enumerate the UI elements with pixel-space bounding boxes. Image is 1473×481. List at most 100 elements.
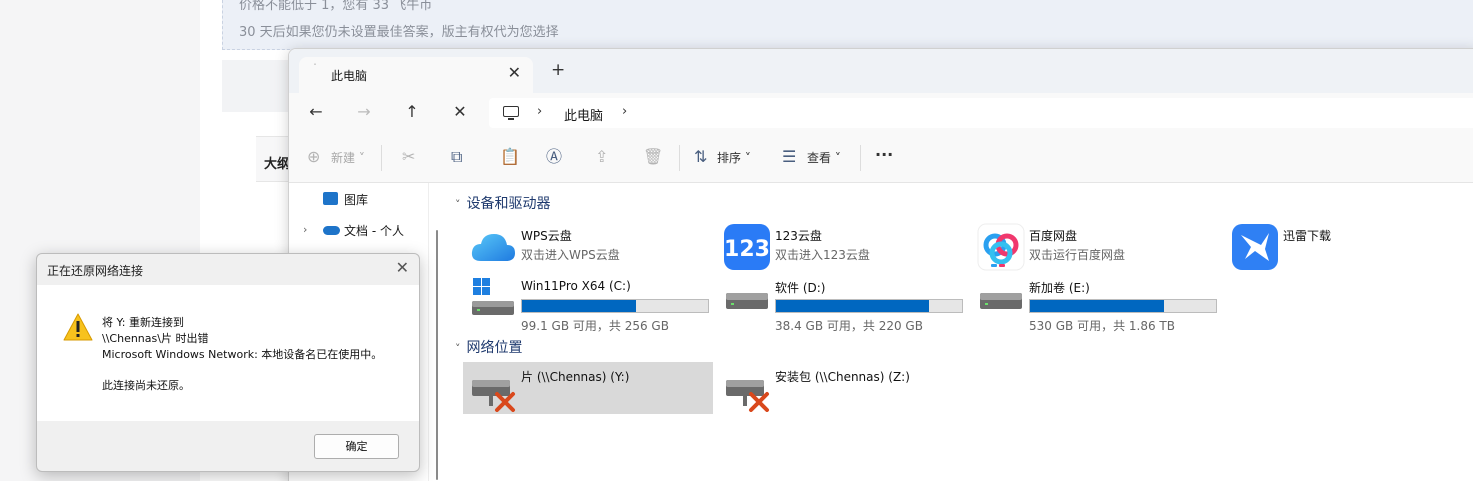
group-header-network[interactable]: ˅ 网络位置 xyxy=(455,337,523,357)
file-explorer-window: ˙ 此电脑 ✕ + ← → ↑ ✕ › 此电脑 › ⊕ 新建 ˅ ✂ ⧉ 📋 Ⓐ… xyxy=(288,48,1473,481)
dialog-body: 将 Y: 重新连接到 \\Chennas\片 时出错 Microsoft Win… xyxy=(37,285,419,421)
cut-icon[interactable]: ✂ xyxy=(402,147,415,167)
view-icon: ☰ xyxy=(782,147,797,166)
app-item-wps[interactable]: WPS云盘 双击进入WPS云盘 xyxy=(463,221,713,273)
dialog-message-line-1: 将 Y: 重新连接到 xyxy=(102,316,184,329)
group-header-label: 网络位置 xyxy=(466,340,523,356)
notice-line-1: 价格不能低于 1，您有 33 飞牛币 xyxy=(239,0,433,13)
back-button[interactable]: ← xyxy=(303,100,329,124)
group-header-devices[interactable]: ˅ 设备和驱动器 xyxy=(455,193,551,213)
copy-icon[interactable]: ⧉ xyxy=(451,147,462,167)
share-icon[interactable]: ⇪ xyxy=(595,147,608,167)
thunder-download-icon xyxy=(1232,224,1278,270)
close-tab-icon[interactable]: ✕ xyxy=(508,63,521,82)
disconnected-network-drive-icon xyxy=(726,380,769,412)
toolbar-divider xyxy=(860,145,861,171)
chevron-right-icon[interactable]: › xyxy=(537,104,542,119)
app-item-123[interactable]: 123 123云盘 双击进入123云盘 xyxy=(717,221,967,273)
onedrive-cloud-icon xyxy=(323,226,340,235)
app-item-baidu[interactable]: 百度网盘 双击运行百度网盘 xyxy=(971,221,1221,273)
windows-drive-icon xyxy=(472,278,514,315)
tab-this-pc[interactable]: ˙ 此电脑 ✕ xyxy=(299,57,533,93)
chevron-down-icon[interactable]: ˅ xyxy=(455,342,461,355)
app-name: WPS云盘 xyxy=(521,229,572,243)
drive-icon xyxy=(980,293,1022,309)
dialog-message-line-3: Microsoft Windows Network: 本地设备名已在使用中。 xyxy=(102,348,383,361)
refresh-button[interactable]: ✕ xyxy=(447,100,473,124)
svg-text:123: 123 xyxy=(724,237,770,262)
drive-item-e[interactable]: 新加卷 (E:) 530 GB 可用，共 1.86 TB xyxy=(971,273,1221,333)
drive-usage-bar xyxy=(1029,299,1217,313)
delete-icon[interactable]: 🗑 xyxy=(643,147,663,167)
rename-icon[interactable]: Ⓐ xyxy=(546,147,562,167)
sort-label: 排序 xyxy=(717,151,742,165)
drive-usage-fill xyxy=(522,300,637,312)
network-drive-y[interactable]: 片 (\\Chennas) (Y:) xyxy=(463,362,713,414)
view-label: 查看 xyxy=(807,151,832,165)
network-restore-dialog: 正在还原网络连接 ✕ 将 Y: 重新连接到 \\Chennas\片 时出错 Mi… xyxy=(36,253,420,472)
drive-capacity: 530 GB 可用，共 1.86 TB xyxy=(1029,319,1175,333)
sort-icon: ⇅ xyxy=(694,147,708,166)
address-location[interactable]: 此电脑 xyxy=(564,105,603,124)
network-drive-name: 安装包 (\\Chennas) (Z:) xyxy=(775,370,910,384)
nav-item-documents[interactable]: 文档 - 个人 xyxy=(344,222,404,239)
address-bar[interactable]: › 此电脑 › xyxy=(489,98,1473,128)
app-name: 迅雷下载 xyxy=(1283,229,1332,243)
close-icon[interactable]: ✕ xyxy=(396,258,409,277)
web-section-band xyxy=(222,60,292,112)
drive-item-c[interactable]: Win11Pro X64 (C:) 99.1 GB 可用，共 256 GB xyxy=(463,273,713,333)
tab-label: 此电脑 xyxy=(331,69,368,83)
dialog-message-line-4: 此连接尚未还原。 xyxy=(102,379,190,392)
drive-capacity: 38.4 GB 可用，共 220 GB xyxy=(775,319,923,333)
notice-line-2: 30 天后如果您仍未设置最佳答案，版主有权代为您选择 xyxy=(239,25,559,40)
up-button[interactable]: ↑ xyxy=(399,100,425,124)
nav-pane-scrollbar[interactable] xyxy=(436,230,438,480)
wps-cloud-icon xyxy=(471,234,515,261)
toolbar-divider xyxy=(381,145,382,171)
group-header-label: 设备和驱动器 xyxy=(466,196,551,212)
disconnected-network-drive-icon xyxy=(472,380,515,412)
app-name: 百度网盘 xyxy=(1029,229,1078,243)
network-drive-z[interactable]: 安装包 (\\Chennas) (Z:) xyxy=(717,362,967,414)
sort-button[interactable]: 排序 ˅ xyxy=(717,149,751,166)
drive-item-d[interactable]: 软件 (D:) 38.4 GB 可用，共 220 GB xyxy=(717,273,967,333)
new-tab-button[interactable]: + xyxy=(551,60,565,80)
ok-button[interactable]: 确定 xyxy=(314,434,399,459)
nav-item-gallery[interactable]: 图库 xyxy=(344,191,368,208)
app-item-thunder[interactable]: 迅雷下载 xyxy=(1225,221,1473,273)
view-button[interactable]: 查看 ˅ xyxy=(807,149,841,166)
dialog-message-line-2: \\Chennas\片 时出错 xyxy=(102,332,209,345)
drive-name: 新加卷 (E:) xyxy=(1029,281,1090,295)
computer-icon xyxy=(503,106,519,120)
chevron-down-icon[interactable]: ˅ xyxy=(455,198,461,211)
drive-usage-fill xyxy=(1030,300,1165,312)
gallery-icon xyxy=(323,192,338,205)
new-label: 新建 xyxy=(331,151,356,165)
toolbar-divider xyxy=(679,145,680,171)
tab-icon: ˙ xyxy=(313,63,317,72)
network-drive-name: 片 (\\Chennas) (Y:) xyxy=(521,370,630,384)
warning-icon xyxy=(63,313,93,341)
chevron-right-icon[interactable]: › xyxy=(303,223,307,236)
drive-icon xyxy=(726,293,768,309)
more-options-button[interactable]: ··· xyxy=(875,145,893,164)
drive-name: 软件 (D:) xyxy=(775,281,826,295)
new-button[interactable]: 新建 ˅ xyxy=(331,149,365,166)
forward-button[interactable]: → xyxy=(351,100,377,124)
drive-capacity: 99.1 GB 可用，共 256 GB xyxy=(521,319,669,333)
drive-usage-bar xyxy=(775,299,963,313)
command-bar: ⊕ 新建 ˅ ✂ ⧉ 📋 Ⓐ ⇪ 🗑 ⇅ 排序 ˅ ☰ 查看 ˅ ··· xyxy=(289,133,1473,183)
app-description: 双击进入WPS云盘 xyxy=(521,248,620,262)
web-notice-banner: 价格不能低于 1，您有 33 飞牛币 30 天后如果您仍未设置最佳答案，版主有权… xyxy=(222,0,1473,50)
app-description: 双击进入123云盘 xyxy=(775,248,870,262)
outline-label: 大纲 xyxy=(264,157,291,172)
paste-icon[interactable]: 📋 xyxy=(500,147,520,167)
app-name: 123云盘 xyxy=(775,229,822,243)
drive-usage-fill xyxy=(776,300,930,312)
chevron-right-icon[interactable]: › xyxy=(622,104,627,119)
123-cloud-icon: 123 xyxy=(724,224,770,270)
baidu-netdisk-icon xyxy=(977,223,1025,271)
new-plus-icon: ⊕ xyxy=(307,147,321,166)
app-description: 双击运行百度网盘 xyxy=(1029,248,1126,262)
dialog-title: 正在还原网络连接 xyxy=(47,264,144,278)
